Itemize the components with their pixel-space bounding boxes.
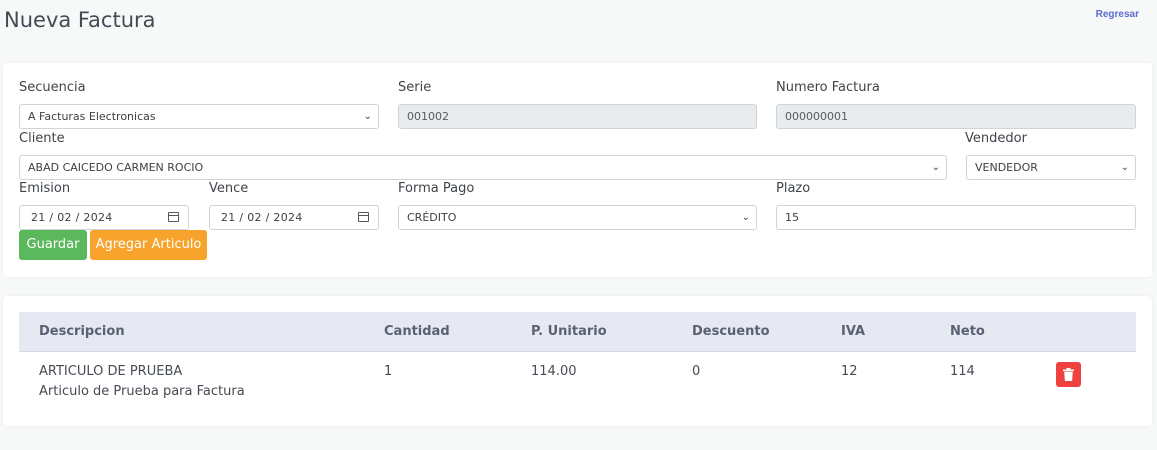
serie-value: 001002 <box>407 110 449 123</box>
page-title: Nueva Factura <box>4 8 156 32</box>
cliente-label: Cliente <box>19 131 65 146</box>
item-cantidad: 1 <box>384 364 393 379</box>
header-iva: IVA <box>841 324 866 339</box>
serie-field: 001002 <box>398 104 757 129</box>
chevron-down-icon: ⌄ <box>931 162 940 173</box>
item-iva: 12 <box>841 364 858 379</box>
vence-date-input[interactable]: 21 / 02 / 2024 <box>209 205 379 230</box>
forma-pago-label: Forma Pago <box>398 181 475 196</box>
vendedor-label: Vendedor <box>965 131 1027 146</box>
numero-factura-field: 000000001 <box>776 104 1136 129</box>
serie-label: Serie <box>398 80 432 95</box>
item-neto: 114 <box>950 364 975 379</box>
header-neto: Neto <box>950 324 985 339</box>
trash-icon <box>1063 368 1074 381</box>
vendedor-value: VENDEDOR <box>975 161 1038 174</box>
header-p-unitario: P. Unitario <box>531 324 607 339</box>
calendar-icon[interactable] <box>358 212 369 222</box>
plazo-value: 15 <box>785 211 799 224</box>
header-descuento: Descuento <box>692 324 770 339</box>
delete-item-button[interactable] <box>1056 362 1081 387</box>
emision-date-input[interactable]: 21 / 02 / 2024 <box>19 205 189 230</box>
secuencia-label: Secuencia <box>19 80 86 95</box>
invoice-form-card: Secuencia A Facturas Electronicas ⌄ Seri… <box>3 63 1152 277</box>
vendedor-select[interactable]: VENDEDOR ⌄ <box>966 155 1136 180</box>
agregar-articulo-button[interactable]: Agregar Articulo <box>90 230 207 260</box>
item-name: ARTICULO DE PRUEBA <box>39 364 183 379</box>
table-header: Descripcion Cantidad P. Unitario Descuen… <box>19 312 1136 352</box>
numero-factura-value: 000000001 <box>785 110 848 123</box>
vence-label: Vence <box>209 181 249 196</box>
guardar-button[interactable]: Guardar <box>19 230 87 260</box>
secuencia-select[interactable]: A Facturas Electronicas ⌄ <box>19 104 379 129</box>
item-description: Articulo de Prueba para Factura <box>39 384 245 399</box>
secuencia-value: A Facturas Electronicas <box>28 110 156 123</box>
vence-value: 21 / 02 / 2024 <box>221 211 303 224</box>
plazo-input[interactable]: 15 <box>776 205 1136 230</box>
items-table-card: Descripcion Cantidad P. Unitario Descuen… <box>3 296 1152 426</box>
header-descripcion: Descripcion <box>39 324 125 339</box>
calendar-icon[interactable] <box>168 212 179 222</box>
chevron-down-icon: ⌄ <box>741 212 750 223</box>
item-descuento: 0 <box>692 364 701 379</box>
chevron-down-icon: ⌄ <box>1120 162 1129 173</box>
emision-value: 21 / 02 / 2024 <box>31 211 113 224</box>
item-p-unitario: 114.00 <box>531 364 577 379</box>
cliente-select[interactable]: ABAD CAICEDO CARMEN ROCIO ⌄ <box>19 155 947 180</box>
chevron-down-icon: ⌄ <box>363 111 372 122</box>
forma-pago-value: CRÉDITO <box>407 211 457 224</box>
plazo-label: Plazo <box>776 181 811 196</box>
header-cantidad: Cantidad <box>384 324 450 339</box>
back-link[interactable]: Regresar <box>1096 9 1139 20</box>
numero-factura-label: Numero Factura <box>776 80 880 95</box>
cliente-value: ABAD CAICEDO CARMEN ROCIO <box>28 161 204 174</box>
emision-label: Emision <box>19 181 71 196</box>
forma-pago-select[interactable]: CRÉDITO ⌄ <box>398 205 757 230</box>
